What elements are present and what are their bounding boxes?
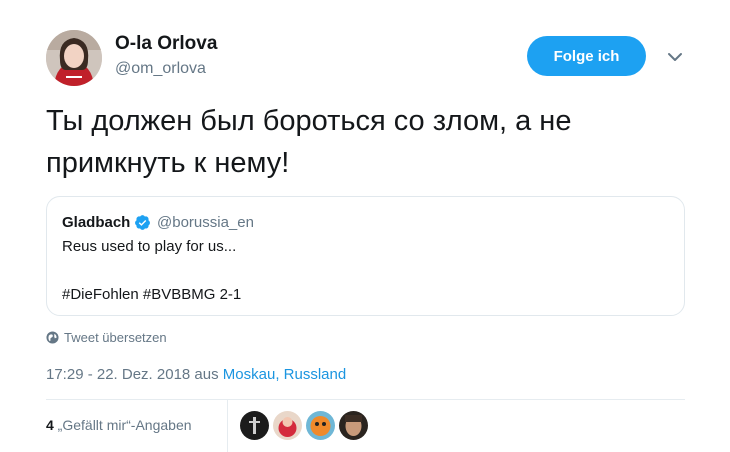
likes-count[interactable]: 4 „Gefällt mir“-Angaben xyxy=(46,417,192,433)
quoted-hashtags[interactable]: #DieFohlen #BVBBMG 2-1 xyxy=(62,286,241,303)
tweet-text: Ты должен был бороться со злом, а не при… xyxy=(46,100,686,184)
chevron-down-icon[interactable] xyxy=(666,50,684,64)
liker-avatar[interactable] xyxy=(273,411,302,440)
quoted-tweet[interactable]: Gladbach @borussia_en Reus used to play … xyxy=(46,196,685,316)
tweet-text-line: Ты должен был бороться со злом, а не xyxy=(46,105,572,137)
divider xyxy=(227,400,228,452)
tweet-text-line: примкнуть к нему! xyxy=(46,147,290,179)
tweet-meta: 17:29 - 22. Dez. 2018 aus Moskau, Russla… xyxy=(46,366,346,383)
quoted-author-handle: @borussia_en xyxy=(157,214,254,231)
author-avatar[interactable] xyxy=(46,30,102,86)
author-handle[interactable]: @om_orlova xyxy=(115,60,206,78)
verified-badge-icon xyxy=(135,215,150,230)
liker-avatar[interactable] xyxy=(240,411,269,440)
quoted-text-line: Reus used to play for us... xyxy=(62,238,237,255)
follow-button[interactable]: Folge ich xyxy=(527,36,646,76)
globe-icon xyxy=(46,331,59,344)
likes-label: „Gefällt mir“-Angaben xyxy=(53,417,192,433)
tweet-timestamp[interactable]: 17:29 - 22. Dez. 2018 aus xyxy=(46,366,223,383)
location-link[interactable]: Moskau, Russland xyxy=(223,366,346,383)
liker-avatar[interactable] xyxy=(306,411,335,440)
quoted-author-name: Gladbach xyxy=(62,214,131,231)
liker-avatar[interactable] xyxy=(339,411,368,440)
likes-number: 4 xyxy=(46,417,54,433)
author-name[interactable]: O-la Orlova xyxy=(115,33,217,55)
divider xyxy=(46,399,685,400)
translate-tweet-link[interactable]: Tweet übersetzen xyxy=(64,330,167,345)
